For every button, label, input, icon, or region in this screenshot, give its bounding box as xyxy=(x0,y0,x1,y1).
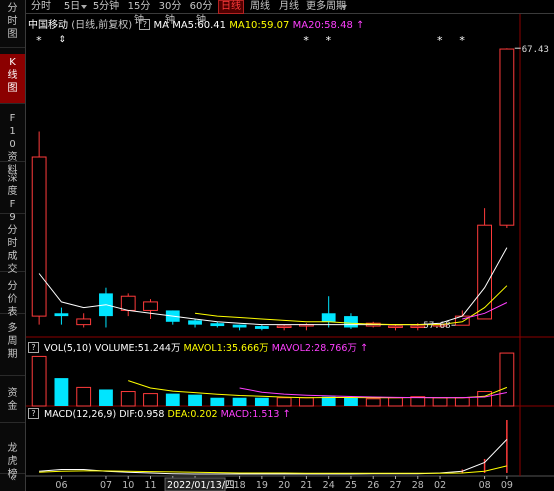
volume-bar xyxy=(31,355,47,407)
volume-bar xyxy=(188,394,202,406)
x-tick-label: 18 xyxy=(234,480,246,491)
candle-body xyxy=(210,323,225,327)
x-tick-label: 25 xyxy=(345,480,357,491)
candle-body xyxy=(388,325,403,328)
mavol2-line xyxy=(239,387,507,399)
volume-bar xyxy=(76,386,92,407)
candle-body xyxy=(232,324,247,328)
event-star-icon: * xyxy=(437,34,443,47)
x-tick-label: 06 xyxy=(55,480,67,491)
event-star-icon: * xyxy=(303,34,309,47)
volume-bar xyxy=(120,391,136,407)
x-tick-label: 09 xyxy=(501,480,513,491)
candle-body xyxy=(499,48,515,226)
event-arrow-icon: ⇕ xyxy=(58,35,66,45)
candle-body xyxy=(188,320,202,325)
candle-body xyxy=(54,313,69,317)
volume-bar xyxy=(477,391,492,407)
candle-body xyxy=(76,318,92,326)
high-price-label: 67.43 xyxy=(522,45,549,55)
candle-body xyxy=(477,224,492,320)
volume-bar xyxy=(388,397,403,407)
candle-body xyxy=(321,313,336,322)
volume-bar xyxy=(232,397,247,406)
x-tick-label: 10 xyxy=(122,480,134,491)
x-tick-label: 11 xyxy=(145,480,157,491)
volume-bar xyxy=(54,378,69,406)
x-tick-label: 27 xyxy=(390,480,402,491)
volume-bar xyxy=(321,396,336,406)
candle-body xyxy=(254,326,269,329)
volume-bar xyxy=(210,397,225,406)
x-tick-label: 20 xyxy=(278,480,290,491)
candle-body xyxy=(120,295,136,311)
volume-bar xyxy=(432,397,448,407)
volume-bar xyxy=(254,397,269,406)
x-tick-label: 2022/01/13/四 xyxy=(167,480,234,491)
volume-bar xyxy=(143,393,158,407)
low-price-label: 57.68 xyxy=(423,321,450,331)
candle-body xyxy=(143,301,158,311)
dea-line xyxy=(39,465,508,474)
dif-line xyxy=(39,439,508,475)
volume-bar xyxy=(365,398,381,407)
volume-bar xyxy=(276,397,292,407)
x-tick-label: 28 xyxy=(412,480,424,491)
volume-bar xyxy=(299,397,314,407)
candle-body xyxy=(344,316,358,328)
volume-bar xyxy=(165,393,180,406)
volume-bar xyxy=(454,397,470,407)
volume-bar xyxy=(499,352,515,407)
volume-bar xyxy=(344,397,358,406)
x-tick-label: 19 xyxy=(256,480,268,491)
kline-chart[interactable]: 67.4357.68*****⇕06071011122022/01/13/四18… xyxy=(0,0,554,491)
x-tick-label: 26 xyxy=(367,480,379,491)
event-star-icon: * xyxy=(326,34,332,47)
x-tick-label: 07 xyxy=(100,480,112,491)
x-tick-label: 08 xyxy=(479,480,491,491)
candle-body xyxy=(31,156,47,317)
candle-body xyxy=(276,325,292,328)
x-tick-label: 02 xyxy=(434,480,446,491)
event-star-icon: * xyxy=(36,34,42,47)
x-tick-label: 24 xyxy=(323,480,335,491)
event-star-icon: * xyxy=(459,34,465,47)
volume-bar xyxy=(99,389,113,406)
x-tick-label: 21 xyxy=(300,480,312,491)
